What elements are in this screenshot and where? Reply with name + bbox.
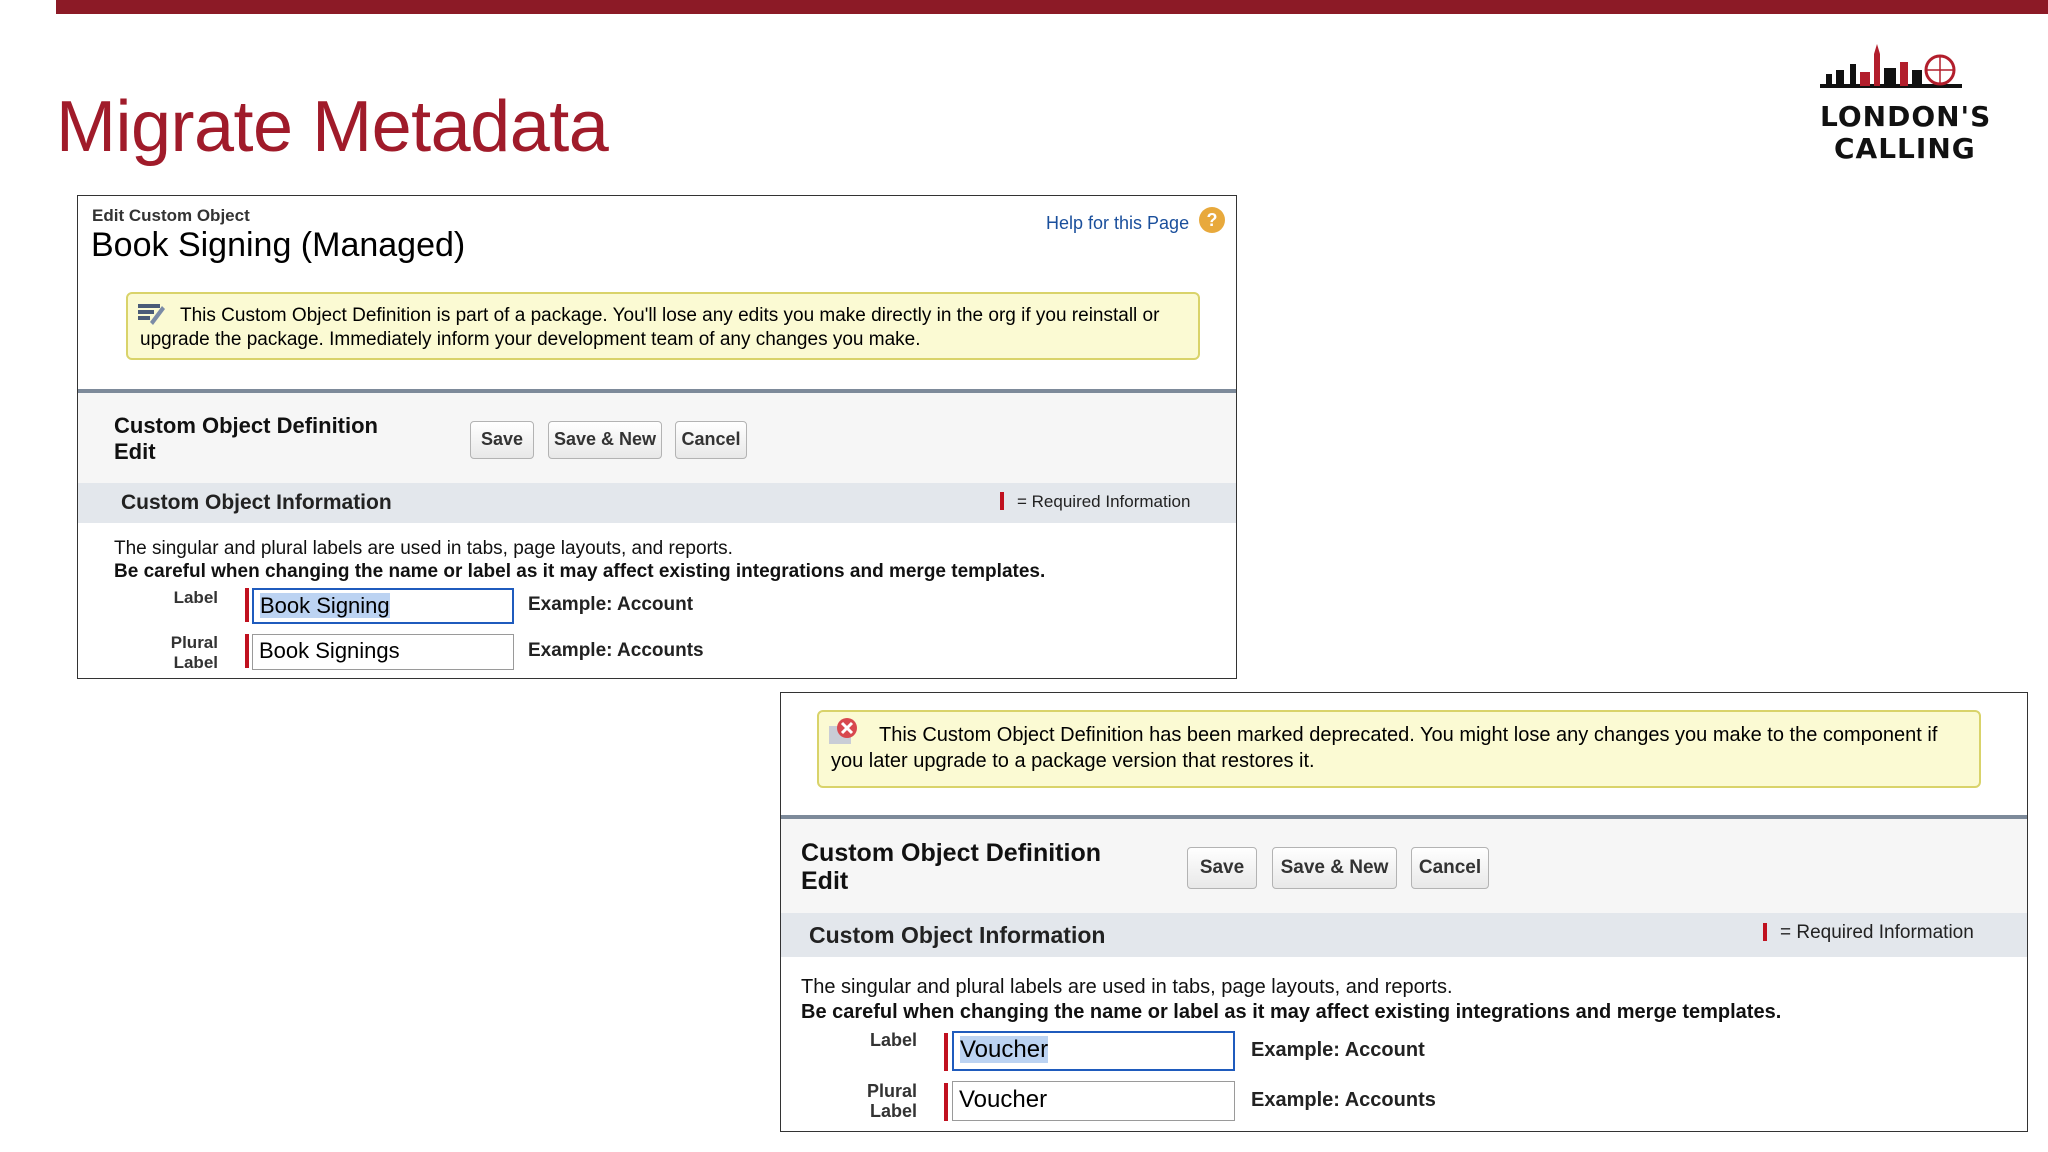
- page-title: Book Signing (Managed): [91, 226, 466, 264]
- label-input[interactable]: Book Signing: [252, 588, 514, 624]
- label-example: Example: Account: [528, 594, 694, 615]
- plural-label-example: Example: Accounts: [1251, 1089, 1436, 1111]
- package-edit-icon: [138, 304, 165, 325]
- save-button[interactable]: Save: [1187, 847, 1257, 889]
- cancel-button[interactable]: Cancel: [675, 421, 747, 459]
- label-field-label: Label: [869, 1030, 917, 1050]
- label-input-value: Book Signing: [260, 593, 390, 618]
- required-legend: = Required Information: [1780, 922, 1974, 943]
- plural-label-field-label: Plural Label: [170, 633, 218, 672]
- plural-label-input[interactable]: Voucher: [952, 1081, 1235, 1121]
- required-legend: = Required Information: [1017, 492, 1191, 511]
- info-title: Custom Object Information: [809, 922, 1106, 948]
- plural-label-input[interactable]: Book Signings: [252, 634, 514, 670]
- help-link[interactable]: Help for this Page: [1046, 213, 1189, 234]
- save-new-button[interactable]: Save & New: [548, 421, 662, 459]
- description-line1: The singular and plural labels are used …: [801, 976, 1453, 998]
- required-bar: [944, 1033, 948, 1071]
- logo-line2: CALLING: [1834, 132, 1976, 165]
- label-input-value: Voucher: [960, 1036, 1049, 1063]
- plural-label-example: Example: Accounts: [528, 640, 704, 661]
- plural-label-field-label: Plural Label: [866, 1081, 917, 1121]
- cancel-button[interactable]: Cancel: [1411, 847, 1489, 889]
- description-line2: Be careful when changing the name or lab…: [114, 561, 1046, 582]
- description-line1: The singular and plural labels are used …: [114, 538, 733, 559]
- page-eyebrow: Edit Custom Object: [92, 206, 250, 225]
- required-bar: [944, 1083, 948, 1121]
- info-bar: Custom Object Information = Required Inf…: [78, 483, 1236, 523]
- label-example: Example: Account: [1251, 1039, 1425, 1061]
- deprecated-warning-banner: This Custom Object Definition has been m…: [817, 710, 1981, 788]
- save-new-button[interactable]: Save & New: [1272, 847, 1397, 889]
- logo-line1: LONDON'S: [1820, 100, 1992, 133]
- slide-title: Migrate Metadata: [56, 87, 609, 167]
- london-skyline-icon: [1820, 44, 1962, 88]
- label-input[interactable]: Voucher: [952, 1031, 1235, 1071]
- top-accent-bar: [56, 0, 2048, 14]
- package-warning-banner: This Custom Object Definition is part of…: [126, 292, 1200, 360]
- save-button[interactable]: Save: [470, 421, 534, 459]
- description-line2: Be careful when changing the name or lab…: [801, 1001, 1782, 1023]
- banner-text: This Custom Object Definition is part of…: [140, 305, 1160, 350]
- definition-edit-section: Custom Object Definition Edit Save Save …: [781, 815, 2027, 913]
- required-marker: [1000, 492, 1004, 510]
- banner-text: This Custom Object Definition has been m…: [831, 724, 1938, 772]
- help-icon[interactable]: ?: [1199, 207, 1225, 233]
- required-bar: [245, 634, 249, 668]
- required-marker: [1763, 923, 1767, 941]
- edit-custom-object-panel: Edit Custom Object Book Signing (Managed…: [77, 195, 1237, 679]
- section-title: Custom Object Definition Edit: [801, 839, 1101, 895]
- deprecated-warning-icon: [829, 718, 857, 744]
- deprecated-object-panel: This Custom Object Definition has been m…: [780, 692, 2028, 1132]
- label-field-label: Label: [173, 588, 218, 607]
- required-bar: [245, 588, 249, 622]
- section-title: Custom Object Definition Edit: [114, 413, 378, 464]
- londons-calling-logo: LONDON'S CALLING: [1816, 44, 1990, 172]
- info-bar: Custom Object Information = Required Inf…: [781, 913, 2027, 957]
- definition-edit-section: Custom Object Definition Edit Save Save …: [78, 389, 1236, 483]
- info-title: Custom Object Information: [121, 491, 392, 514]
